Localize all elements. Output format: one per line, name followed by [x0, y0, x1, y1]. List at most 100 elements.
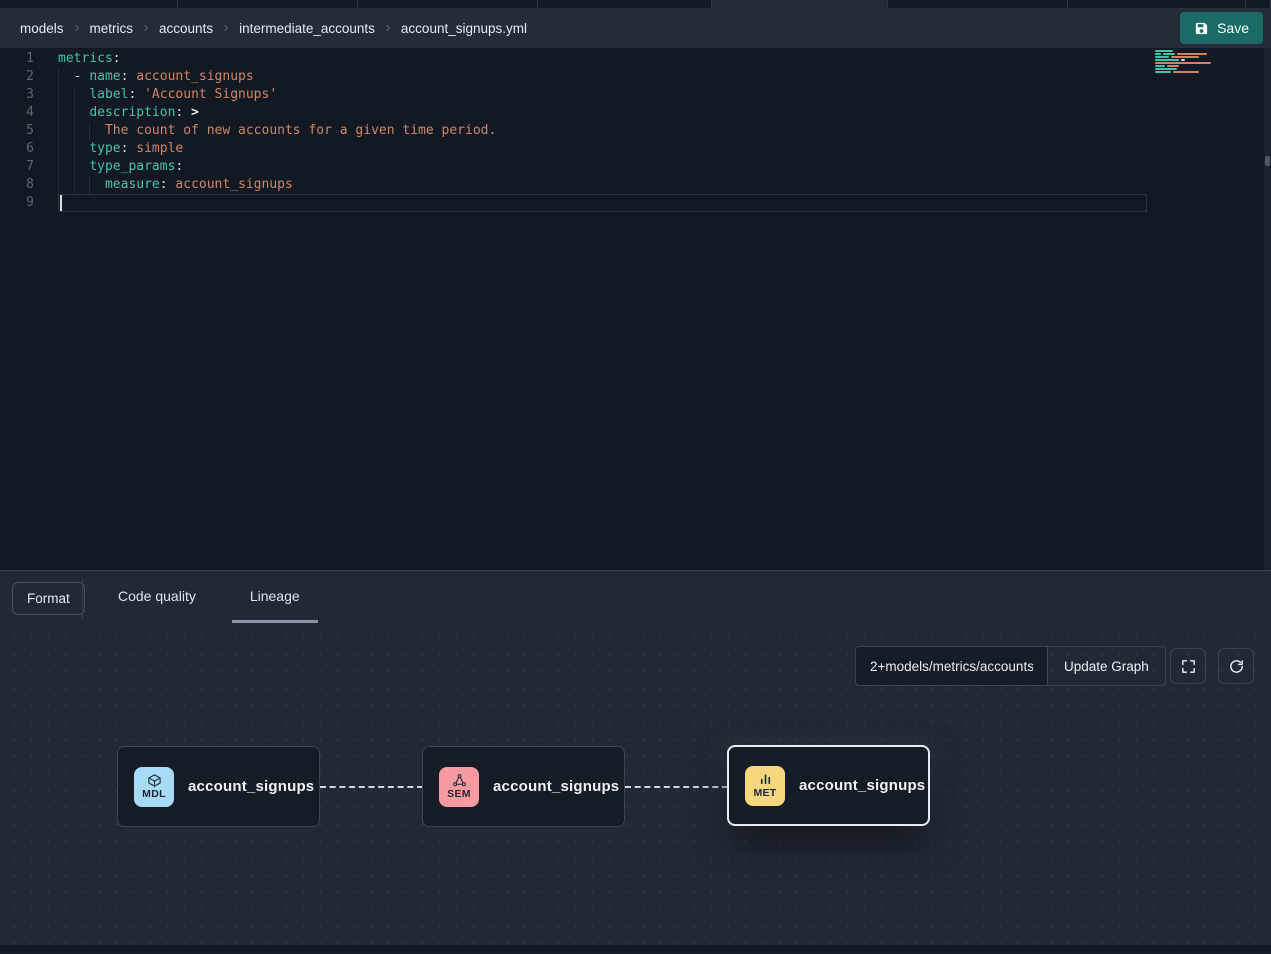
panel-bottom-strip	[0, 945, 1271, 954]
ide-window: models metrics accounts intermediate_accoun…	[0, 0, 1271, 954]
refresh-icon	[1228, 658, 1245, 675]
cube-icon	[147, 773, 162, 788]
code-line[interactable]: 9	[0, 194, 1271, 212]
line-number: 4	[0, 104, 34, 122]
breadcrumb-bar: models metrics accounts intermediate_accoun…	[0, 8, 1271, 48]
breadcrumb-item[interactable]: models	[20, 21, 64, 36]
code-text: - name: account_signups	[58, 68, 1271, 86]
indent-guide	[74, 86, 75, 104]
fullscreen-button[interactable]	[1170, 648, 1206, 684]
chevron-right-icon	[220, 22, 232, 34]
file-tab[interactable]	[538, 0, 712, 8]
code-text: type_params:	[58, 158, 1271, 176]
save-label: Save	[1217, 20, 1249, 36]
code-text: description: >	[58, 104, 1271, 122]
lineage-node-mdl[interactable]: MDL account_signups	[117, 746, 320, 827]
lineage-edge	[625, 786, 728, 788]
node-badge-label: MDL	[142, 789, 166, 800]
network-icon	[452, 773, 467, 788]
line-number: 7	[0, 158, 34, 176]
indent-guide	[58, 158, 59, 176]
lineage-node-sem[interactable]: SEM account_signups	[422, 746, 625, 827]
indent-guide	[74, 140, 75, 158]
indent-guide	[58, 86, 59, 104]
fullscreen-icon	[1180, 658, 1197, 675]
file-tab[interactable]	[712, 0, 888, 8]
lineage-selector-input[interactable]	[855, 646, 1047, 686]
file-tab[interactable]	[358, 0, 538, 8]
file-tab-strip	[0, 0, 1271, 8]
floppy-icon	[1194, 21, 1209, 36]
file-tab[interactable]	[0, 0, 178, 8]
breadcrumb-item[interactable]: accounts	[159, 21, 213, 36]
node-badge-label: SEM	[447, 789, 471, 800]
file-tab[interactable]	[178, 0, 358, 8]
line-number: 1	[0, 50, 34, 68]
breadcrumb-item[interactable]: intermediate_accounts	[239, 21, 375, 36]
minimap[interactable]	[1155, 50, 1261, 90]
scrollbar-thumb[interactable]	[1265, 156, 1270, 166]
lineage-edge	[320, 786, 423, 788]
code-text: The count of new accounts for a given ti…	[58, 122, 1271, 140]
code-text: type: simple	[58, 140, 1271, 158]
line-number: 8	[0, 176, 34, 194]
panel-tabs: Code quality Lineage	[100, 571, 336, 623]
breadcrumb-item[interactable]: account_signups.yml	[401, 21, 527, 36]
editor-scrollbar[interactable]	[1264, 48, 1271, 570]
line-number: 9	[0, 194, 34, 212]
indent-guide	[74, 104, 75, 122]
code-lines: 1metrics:2 - name: account_signups3 labe…	[0, 48, 1271, 212]
code-line[interactable]: 5 The count of new accounts for a given …	[0, 122, 1271, 140]
file-tab[interactable]	[1246, 0, 1271, 8]
file-tab[interactable]	[888, 0, 1068, 8]
text-cursor	[60, 195, 62, 211]
indent-guide	[74, 122, 75, 140]
refresh-button[interactable]	[1218, 648, 1254, 684]
code-text: measure: account_signups	[58, 176, 1271, 194]
lineage-node-met[interactable]: METaccount_signups	[727, 745, 930, 826]
code-line[interactable]: 6 type: simple	[0, 140, 1271, 158]
node-badge: MDL	[134, 767, 174, 807]
tab-code-quality[interactable]: Code quality	[100, 571, 214, 623]
code-text	[58, 194, 1271, 212]
code-line[interactable]: 3 label: 'Account Signups'	[0, 86, 1271, 104]
breadcrumb-item[interactable]: metrics	[90, 21, 134, 36]
line-number: 3	[0, 86, 34, 104]
code-text: label: 'Account Signups'	[58, 86, 1271, 104]
format-button[interactable]: Format	[12, 582, 85, 615]
bar-chart-icon	[758, 772, 773, 787]
indent-guide	[58, 122, 59, 140]
node-badge: MET	[745, 766, 785, 806]
code-editor[interactable]: 1metrics:2 - name: account_signups3 labe…	[0, 48, 1271, 570]
lineage-selector-group: Update Graph	[855, 646, 1166, 686]
code-line[interactable]: 2 - name: account_signups	[0, 68, 1271, 86]
bottom-panel: Format Code qualityLineage Update Graph …	[0, 570, 1271, 954]
update-graph-button[interactable]: Update Graph	[1047, 646, 1166, 686]
code-line[interactable]: 4 description: >	[0, 104, 1271, 122]
node-label: account_signups	[493, 778, 619, 795]
indent-guide	[58, 176, 59, 194]
tab-lineage[interactable]: Lineage	[232, 571, 318, 623]
line-number: 6	[0, 140, 34, 158]
save-button[interactable]: Save	[1180, 12, 1263, 44]
node-label: account_signups	[188, 778, 314, 795]
line-number: 5	[0, 122, 34, 140]
breadcrumb: models metrics accounts intermediate_accoun…	[20, 21, 527, 36]
code-text: metrics:	[58, 50, 1271, 68]
code-line[interactable]: 8 measure: account_signups	[0, 176, 1271, 194]
indent-guide	[58, 68, 59, 86]
line-number: 2	[0, 68, 34, 86]
chevron-right-icon	[71, 22, 83, 34]
node-badge: SEM	[439, 767, 479, 807]
indent-guide	[58, 104, 59, 122]
chevron-right-icon	[382, 22, 394, 34]
code-line[interactable]: 1 metrics:	[0, 50, 1271, 68]
indent-guide	[74, 158, 75, 176]
indent-guide	[89, 122, 90, 140]
indent-guide	[89, 176, 90, 194]
panel-divider	[82, 579, 83, 619]
file-tab[interactable]	[1068, 0, 1246, 8]
code-line[interactable]: 7 type_params:	[0, 158, 1271, 176]
indent-guide	[74, 176, 75, 194]
indent-guide	[58, 140, 59, 158]
